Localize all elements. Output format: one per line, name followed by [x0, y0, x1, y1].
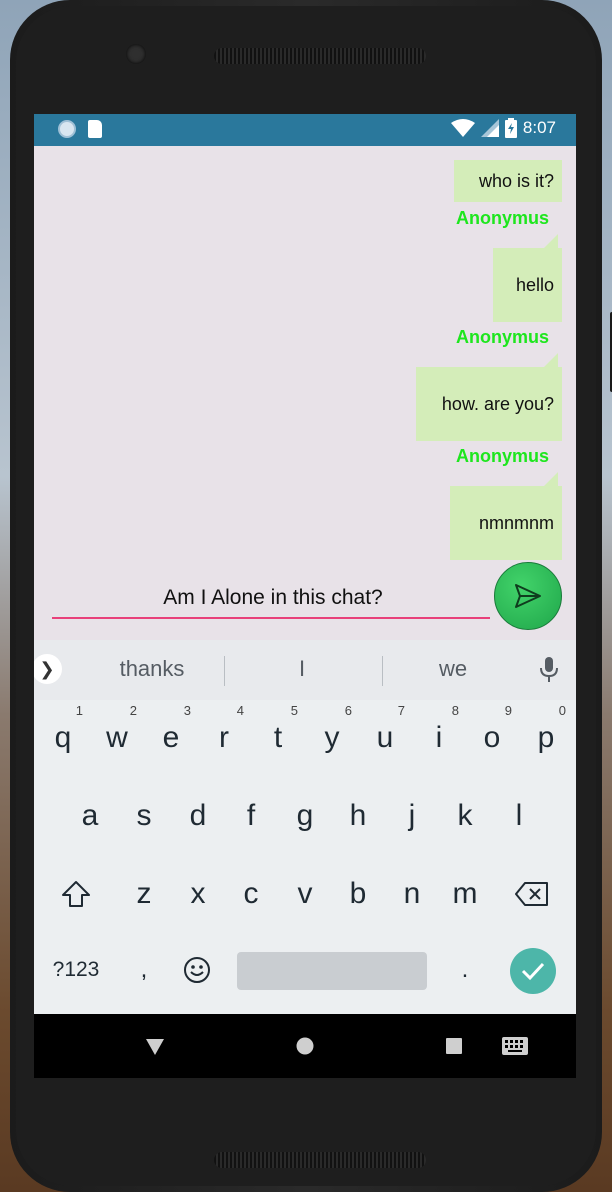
period-key[interactable]: .	[439, 940, 491, 1000]
front-camera	[126, 44, 146, 64]
key-n[interactable]: n	[386, 864, 438, 924]
key-t[interactable]: t5	[252, 704, 304, 768]
done-button[interactable]	[510, 948, 556, 994]
key-f[interactable]: f	[225, 786, 277, 846]
sd-card-icon	[88, 120, 102, 138]
symbols-key[interactable]: ?123	[46, 940, 106, 1000]
key-h[interactable]: h	[332, 786, 384, 846]
check-icon	[521, 962, 545, 981]
emoji-key[interactable]	[171, 940, 223, 1000]
send-button[interactable]	[494, 562, 562, 630]
composer	[34, 562, 576, 640]
key-a[interactable]: a	[64, 786, 116, 846]
message-bubble: hello	[493, 234, 562, 322]
backspace-icon	[515, 882, 548, 906]
suggestion-1[interactable]: thanks	[102, 656, 202, 682]
bottom-speaker	[214, 1152, 426, 1168]
key-u[interactable]: u7	[359, 704, 411, 768]
microphone-icon[interactable]	[538, 656, 560, 684]
key-i[interactable]: i8	[413, 704, 465, 768]
message-bubble: how. are you?	[416, 353, 562, 441]
message-text: how. are you?	[441, 393, 554, 414]
message-text: hello	[515, 274, 554, 295]
notification-dot-icon	[58, 120, 76, 138]
key-q[interactable]: q1	[37, 704, 89, 768]
suggestion-divider	[224, 656, 225, 686]
keyboard-switch-icon[interactable]	[502, 1037, 528, 1055]
key-g[interactable]: g	[279, 786, 331, 846]
key-k[interactable]: k	[439, 786, 491, 846]
input-underline	[52, 617, 490, 619]
keyboard: ❯ thanks I we q1 w2 e3 r4 t5 y6 u7 i8 o9…	[34, 640, 576, 1014]
suggestion-2[interactable]: I	[252, 656, 352, 682]
key-p[interactable]: p0	[520, 704, 572, 768]
message-sender: Anonymus	[456, 208, 550, 228]
key-j[interactable]: j	[386, 786, 438, 846]
space-bar[interactable]	[237, 952, 427, 990]
key-m[interactable]: m	[439, 864, 491, 924]
signal-icon	[480, 119, 499, 137]
recents-icon[interactable]	[446, 1038, 462, 1054]
message-input[interactable]	[52, 580, 494, 616]
key-l[interactable]: l	[493, 786, 545, 846]
suggestion-3[interactable]: we	[403, 656, 503, 682]
key-c[interactable]: c	[225, 864, 277, 924]
chevron-right-icon[interactable]: ❯	[34, 654, 62, 684]
message-sender: Anonymus	[456, 446, 550, 466]
battery-icon	[504, 118, 517, 138]
key-o[interactable]: o9	[466, 704, 518, 768]
shift-key[interactable]	[50, 864, 102, 924]
message-bubble: who is it?	[454, 160, 562, 202]
message-sender: Anonymus	[456, 327, 550, 347]
wifi-icon	[450, 119, 475, 137]
message-text: who is it?	[478, 170, 554, 191]
back-icon[interactable]	[145, 1038, 165, 1056]
key-b[interactable]: b	[332, 864, 384, 924]
key-z[interactable]: z	[118, 864, 170, 924]
top-speaker	[214, 48, 426, 64]
chat-area: who is it? Anonymus hello Anonymus how. …	[34, 146, 576, 566]
key-r[interactable]: r4	[198, 704, 250, 768]
home-icon[interactable]	[296, 1037, 314, 1055]
emoji-icon	[184, 957, 210, 983]
key-v[interactable]: v	[279, 864, 331, 924]
backspace-key[interactable]	[506, 864, 558, 924]
key-s[interactable]: s	[118, 786, 170, 846]
message-text: nmnmnm	[478, 512, 554, 533]
status-bar: 8:07	[34, 114, 576, 146]
key-d[interactable]: d	[172, 786, 224, 846]
status-time: 8:07	[522, 118, 556, 137]
screen: 8:07 who is it? Anonymus hello Anonymus …	[34, 114, 576, 1078]
message-bubble: nmnmnm	[450, 472, 562, 560]
navigation-bar	[34, 1014, 576, 1078]
suggestion-bar: ❯ thanks I we	[34, 640, 576, 700]
suggestion-divider	[382, 656, 383, 686]
key-w[interactable]: w2	[91, 704, 143, 768]
key-e[interactable]: e3	[145, 704, 197, 768]
send-icon	[515, 584, 541, 608]
key-x[interactable]: x	[172, 864, 224, 924]
key-y[interactable]: y6	[306, 704, 358, 768]
comma-key[interactable]: ,	[118, 940, 170, 1000]
shift-icon	[62, 881, 90, 907]
